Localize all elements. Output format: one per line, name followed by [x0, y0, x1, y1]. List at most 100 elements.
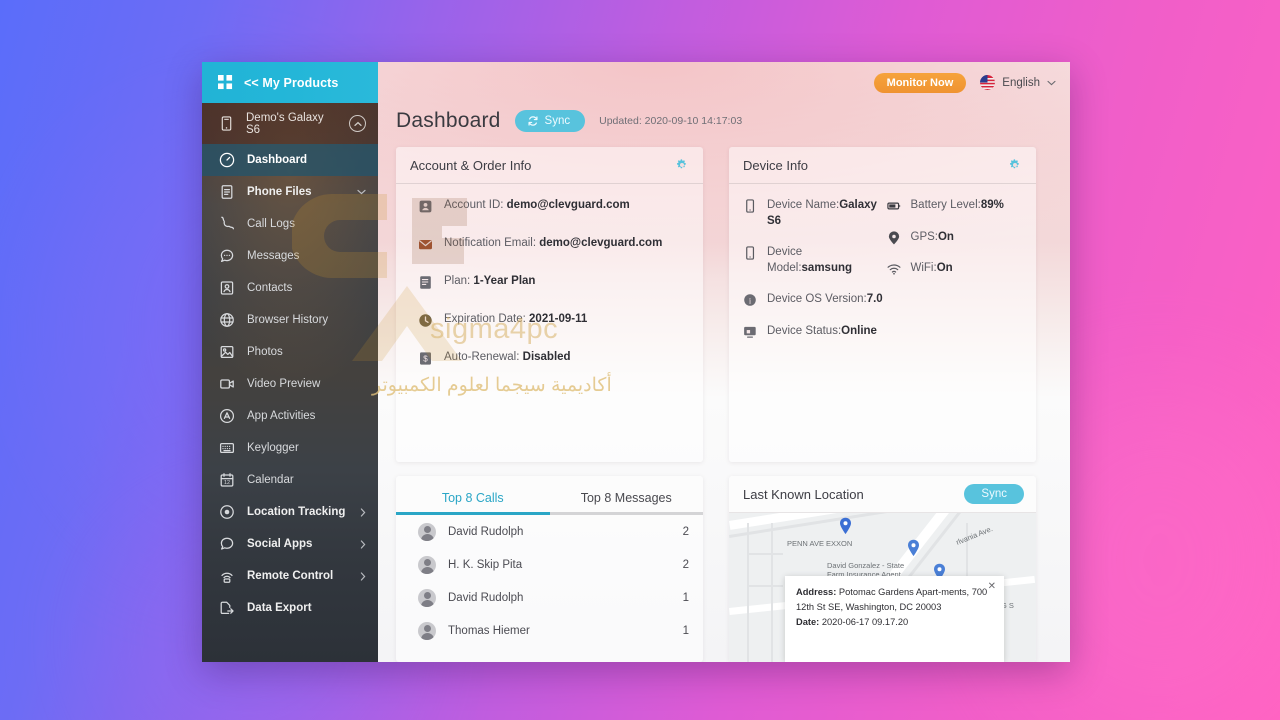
map-canvas[interactable]: PENN AVE EXXON David Gonzalez - State Farm…: [729, 513, 1036, 662]
device-row-label: Device Status:: [767, 324, 842, 337]
map-sync-label: Sync: [981, 488, 1007, 500]
sidebar-item-data-export[interactable]: Data Export: [202, 592, 378, 624]
call-row[interactable]: H. K. Skip Pita 2: [396, 548, 703, 581]
sidebar-item-location-tracking[interactable]: Location Tracking: [202, 496, 378, 528]
app-activities-icon: [219, 408, 235, 424]
map-road: [747, 585, 783, 587]
chevron-up-icon[interactable]: [349, 115, 366, 132]
call-count-value: 1: [682, 624, 689, 637]
call-row[interactable]: David Rudolph 2: [396, 515, 703, 548]
device-info-right-column: Battery Level:89% GPS:On WiFi:On: [886, 198, 1031, 355]
calls-list: David Rudolph 2 H. K. Skip Pita 2 David Rudo…: [396, 515, 703, 647]
sidebar-item-keylogger[interactable]: Keylogger: [202, 432, 378, 464]
account-row-label: Auto-Renewal:: [444, 351, 520, 363]
sidebar-item-video-preview[interactable]: Video Preview: [202, 368, 378, 400]
calls-tab-underline: [396, 512, 703, 515]
map-label: rlvania Ave.: [954, 524, 994, 547]
account-info-row: $ Auto-Renewal: Disabled: [396, 350, 703, 388]
sidebar-item-dashboard[interactable]: Dashboard: [202, 144, 378, 176]
device-info-row: Battery Level:89%: [886, 198, 1031, 214]
sidebar-item-label: Keylogger: [247, 442, 299, 454]
call-contact-name: David Rudolph: [448, 591, 524, 604]
account-info-row: Plan: 1-Year Plan: [396, 274, 703, 312]
sidebar-item-browser-history[interactable]: Browser History: [202, 304, 378, 336]
map-card-title: Last Known Location: [743, 486, 864, 502]
sidebar-device-row[interactable]: Demo's Galaxy S6: [202, 103, 378, 144]
topbar: Monitor Now English: [378, 62, 1070, 103]
avatar: [418, 522, 436, 541]
device-row-value: 7.0: [866, 293, 883, 306]
device-card-header: Device Info: [729, 147, 1036, 184]
gear-icon[interactable]: [675, 158, 689, 172]
info-icon: i: [744, 294, 756, 306]
call-contact-name: David Rudolph: [448, 525, 524, 538]
device-info-left-column: Device Name:Galaxy S6 Device Model:samsun…: [729, 198, 887, 355]
phone-device-icon: [746, 199, 755, 213]
map-pin-icon[interactable]: [839, 517, 852, 534]
calls-tabs: Top 8 Calls Top 8 Messages: [396, 476, 703, 512]
tab-top-8-calls[interactable]: Top 8 Calls: [396, 483, 550, 505]
chevron-right-icon: [360, 571, 366, 581]
sidebar-item-messages[interactable]: Messages: [202, 240, 378, 272]
gear-icon[interactable]: [1008, 158, 1022, 172]
calendar-icon: 12: [220, 473, 234, 487]
message-icon: [220, 249, 234, 263]
device-row-value: samsung: [801, 261, 853, 274]
device-row-label: WiFi:: [910, 262, 937, 275]
call-contact-name: H. K. Skip Pita: [448, 558, 523, 571]
device-info-row: GPS:On: [887, 230, 1031, 246]
sync-label: Sync: [544, 115, 571, 127]
last-known-location-card: Last Known Location Sync PENN AVE EXXON …: [729, 476, 1036, 662]
my-products-button[interactable]: << My Products: [202, 62, 378, 103]
sidebar-item-label: Browser History: [247, 314, 329, 326]
sidebar-item-photos[interactable]: Photos: [202, 336, 378, 368]
mobile-icon: [221, 116, 232, 131]
call-row[interactable]: David Rudolph 1: [396, 581, 703, 614]
call-contact-name: Thomas Hiemer: [448, 624, 530, 637]
call-row[interactable]: Thomas Hiemer 1: [396, 614, 703, 647]
my-products-label: << My Products: [244, 75, 339, 90]
close-icon[interactable]: ✕: [988, 581, 996, 592]
sidebar-item-contacts[interactable]: Contacts: [202, 272, 378, 304]
dashboard-icon: [219, 152, 235, 168]
device-card-title: Device Info: [743, 157, 809, 173]
language-label: English: [1002, 76, 1040, 89]
device-row-label: Battery Level:: [910, 199, 981, 211]
device-row-label: Device OS Version:: [767, 293, 867, 306]
main-content: Monitor Now English Dashboard Sync Updat…: [378, 62, 1070, 662]
sidebar-item-call-logs[interactable]: Call Logs: [202, 208, 378, 240]
monitor-now-button[interactable]: Monitor Now: [873, 72, 967, 93]
popup-date-value: 2020-06-17 09.17.20: [821, 617, 909, 628]
location-info-popup: ✕ Address: Potomac Gardens Apart-ments, …: [785, 576, 1004, 662]
account-row-value: 2021-09-11: [529, 313, 588, 325]
sidebar-item-phone-files[interactable]: Phone Files: [202, 176, 378, 208]
sidebar-item-app-activities[interactable]: App Activities: [202, 400, 378, 432]
call-count-bar: [570, 629, 661, 633]
account-row-value: demo@clevguard.com: [539, 237, 663, 249]
sidebar-item-remote-control[interactable]: Remote Control: [202, 560, 378, 592]
sidebar-item-calendar[interactable]: 12 Calendar: [202, 464, 378, 496]
social-icon: [220, 537, 234, 550]
sync-icon: [528, 116, 538, 126]
popup-date: Date: 2020-06-17 09.17.20: [796, 615, 993, 630]
chevron-right-icon: [360, 539, 366, 549]
monitor-icon: [744, 326, 756, 338]
device-info-row: Device Model:samsung: [743, 245, 887, 276]
account-row-label: Plan:: [444, 275, 471, 287]
sidebar-item-social-apps[interactable]: Social Apps: [202, 528, 378, 560]
sidebar-item-label: Photos: [247, 346, 283, 358]
account-info-row: Expiration Date: 2021-09-11: [396, 312, 703, 350]
map-pin-icon[interactable]: [907, 539, 920, 556]
tab-top-8-messages[interactable]: Top 8 Messages: [550, 483, 704, 505]
account-row-label: Expiration Date:: [444, 313, 526, 325]
language-selector[interactable]: English: [980, 75, 1056, 90]
account-card-title: Account & Order Info: [410, 157, 532, 173]
sidebar: << My Products Demo's Galaxy S6 Dashboar…: [202, 62, 378, 662]
sidebar-item-label: App Activities: [247, 410, 316, 422]
account-row-label: Notification Email:: [444, 237, 537, 249]
sidebar-item-label: Social Apps: [247, 538, 313, 550]
map-sync-button[interactable]: Sync: [964, 484, 1024, 504]
sync-button[interactable]: Sync: [514, 110, 586, 132]
sidebar-device-label: Demo's Galaxy S6: [246, 111, 324, 136]
sidebar-item-label: Phone Files: [247, 186, 312, 198]
